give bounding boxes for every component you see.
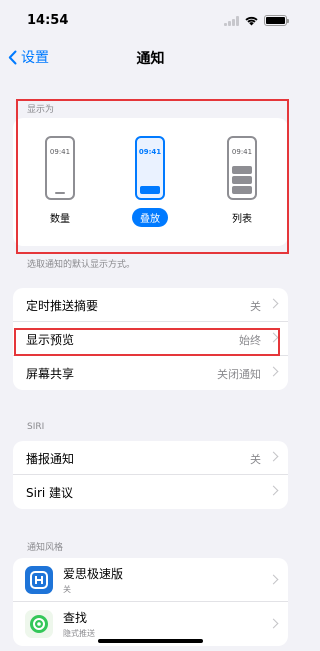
navigation-bar: 设置 通知 <box>0 40 301 74</box>
section-header-notification-style: 通知风格 <box>27 543 64 553</box>
row-label: 显示预览 <box>26 333 75 347</box>
display-style-card: 09:41 数量 09:41 叠放 09:41 列表 <box>13 118 288 246</box>
row-value: 关 <box>250 453 261 466</box>
phone-time-label: 09:41 <box>231 148 253 156</box>
display-option-label: 数量 <box>50 214 70 225</box>
status-bar: 14:54 <box>0 0 301 40</box>
cellular-signal-icon <box>224 15 239 26</box>
battery-icon <box>264 15 289 26</box>
siri-settings-card: 播报通知 关 Siri 建议 <box>13 441 288 509</box>
row-siri-suggestions[interactable]: Siri 建议 <box>13 475 288 509</box>
display-option-count[interactable]: 09:41 数量 <box>30 136 90 226</box>
chevron-right-icon <box>268 366 279 377</box>
display-option-label: 列表 <box>232 214 252 225</box>
phone-stack-icon: 09:41 <box>135 136 165 200</box>
chevron-right-icon <box>268 451 279 462</box>
row-announce-notifications[interactable]: 播报通知 关 <box>13 441 288 475</box>
row-value: 始终 <box>239 334 261 347</box>
phone-time-label: 09:41 <box>49 148 71 156</box>
status-icons <box>224 15 289 26</box>
phone-time-label: 09:41 <box>138 148 162 156</box>
display-as-footer: 选取通知的默认显示方式。 <box>27 260 136 270</box>
page-title: 通知 <box>136 51 165 67</box>
status-time: 14:54 <box>27 13 69 28</box>
display-option-list[interactable]: 09:41 列表 <box>212 136 272 226</box>
row-value: 关 <box>250 300 261 313</box>
row-value: 关闭通知 <box>217 368 261 381</box>
row-label: 屏幕共享 <box>26 367 75 381</box>
display-option-stack[interactable]: 09:41 叠放 <box>120 136 180 227</box>
phone-count-icon: 09:41 <box>45 136 75 200</box>
row-label: Siri 建议 <box>26 486 74 500</box>
section-header-display-as: 显示为 <box>27 105 55 115</box>
home-indicator <box>98 639 203 643</box>
row-label: 播报通知 <box>26 452 75 466</box>
row-scheduled-summary[interactable]: 定时推送摘要 关 <box>13 288 288 322</box>
chevron-right-icon <box>268 485 279 496</box>
chevron-right-icon <box>268 574 279 585</box>
display-option-label-selected: 叠放 <box>132 208 168 227</box>
chevron-right-icon <box>268 332 279 343</box>
app-name: 爱思极速版 <box>63 567 124 581</box>
app-row-aisi[interactable]: 爱思极速版 关 <box>13 558 288 602</box>
wifi-icon <box>245 16 258 26</box>
row-screen-sharing[interactable]: 屏幕共享 关闭通知 <box>13 356 288 390</box>
row-label: 定时推送摘要 <box>26 299 99 313</box>
phone-list-icon: 09:41 <box>227 136 257 200</box>
chevron-right-icon <box>268 298 279 309</box>
general-settings-card: 定时推送摘要 关 显示预览 始终 屏幕共享 关闭通知 <box>13 288 288 390</box>
row-show-previews[interactable]: 显示预览 始终 <box>13 322 288 356</box>
chevron-right-icon <box>268 618 279 629</box>
section-header-siri: SIRI <box>27 422 45 432</box>
app-subtitle: 关 <box>63 585 71 594</box>
app-subtitle: 隐式推送 <box>63 629 95 638</box>
aisi-app-icon <box>25 566 53 594</box>
app-name: 查找 <box>63 611 88 625</box>
notification-style-card: 爱思极速版 关 查找 隐式推送 <box>13 558 288 646</box>
find-my-app-icon <box>25 610 53 638</box>
